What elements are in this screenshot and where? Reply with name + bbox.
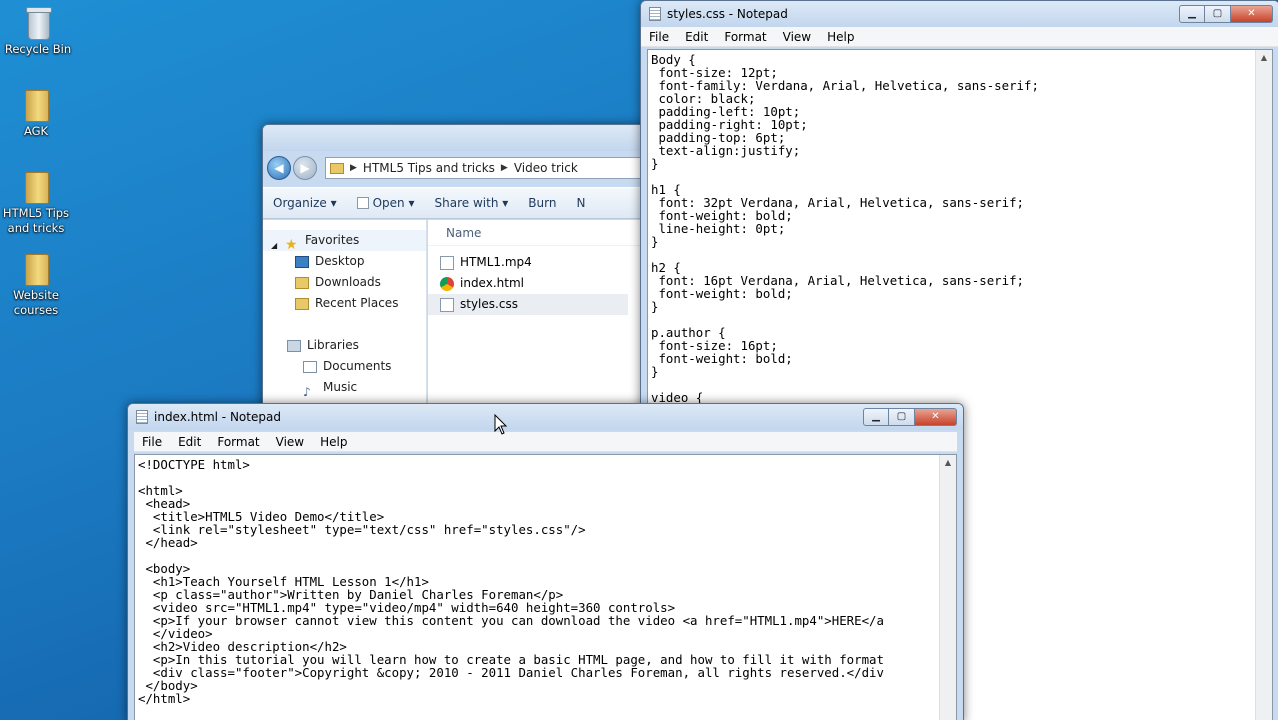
nav-item-documents[interactable]: Documents <box>263 356 426 377</box>
chevron-down-icon: ◢ <box>271 240 278 250</box>
minimize-button[interactable]: ▁ <box>1179 5 1205 23</box>
close-button[interactable]: ✕ <box>915 408 957 426</box>
recent-places-icon <box>295 297 309 310</box>
music-icon: ♪ <box>303 384 311 399</box>
desktop-icon-website-courses[interactable]: Website courses <box>0 252 74 318</box>
desktop-icon-recycle-bin[interactable]: Recycle Bin <box>0 6 76 57</box>
downloads-icon <box>295 276 309 289</box>
documents-icon <box>303 360 317 373</box>
folder-icon <box>21 88 51 122</box>
vertical-scrollbar[interactable]: ▲ <box>1255 50 1272 720</box>
desktop-icon-label: Recycle Bin <box>4 42 72 56</box>
video-file-icon <box>440 255 454 270</box>
explorer-window: ◀ ▶ ▶ HTML5 Tips and tricks ▶ Video tric… <box>262 124 662 424</box>
menu-format[interactable]: Format <box>716 30 774 44</box>
nav-favorites[interactable]: ◢ ★ Favorites <box>263 230 426 253</box>
nav-item-desktop[interactable]: Desktop <box>263 251 426 272</box>
css-notepad-titlebar[interactable]: styles.css - Notepad ▁ ▢ ✕ <box>641 1 1278 27</box>
html-notepad-window: index.html - Notepad ▁ ▢ ✕ File Edit For… <box>127 403 964 720</box>
file-item-html1-mp4[interactable]: HTML1.mp4 <box>428 252 661 273</box>
share-with-button[interactable]: Share with ▾ <box>425 196 519 210</box>
desktop-icon-agk[interactable]: AGK <box>0 88 74 139</box>
window-title: index.html - Notepad <box>154 410 281 424</box>
desktop-icon <box>295 255 309 268</box>
recycle-bin-icon <box>25 6 52 40</box>
menu-edit[interactable]: Edit <box>677 30 716 44</box>
maximize-button[interactable]: ▢ <box>1205 5 1231 23</box>
folder-icon <box>330 162 344 174</box>
nav-libraries[interactable]: Libraries <box>263 335 426 356</box>
menu-edit[interactable]: Edit <box>170 435 209 449</box>
file-list: Name HTML1.mp4 index.html styles.css <box>428 220 661 423</box>
menu-file[interactable]: File <box>134 435 170 449</box>
mouse-pointer-icon <box>494 414 508 435</box>
explorer-titlebar[interactable] <box>263 125 661 151</box>
open-button[interactable]: Open ▾ <box>347 196 425 210</box>
forward-button[interactable]: ▶ <box>293 156 317 180</box>
nav-item-downloads[interactable]: Downloads <box>263 272 426 293</box>
organize-button[interactable]: Organize ▾ <box>263 196 347 210</box>
burn-button[interactable]: Burn <box>518 196 566 210</box>
window-title: styles.css - Notepad <box>667 7 788 21</box>
scroll-up-icon[interactable]: ▲ <box>1256 50 1272 66</box>
menu-file[interactable]: File <box>641 30 677 44</box>
star-icon: ★ <box>285 236 298 253</box>
desktop-icon-label: HTML5 Tips and tricks <box>2 206 70 235</box>
open-icon <box>356 197 369 209</box>
file-item-index-html[interactable]: index.html <box>428 273 661 294</box>
menu-view[interactable]: View <box>775 30 819 44</box>
menu-bar: File Edit Format View Help <box>641 27 1278 47</box>
breadcrumb[interactable]: ▶ HTML5 Tips and tricks ▶ Video trick <box>325 157 661 179</box>
minimize-button[interactable]: ▁ <box>863 408 889 426</box>
file-item-styles-css[interactable]: styles.css <box>428 294 628 315</box>
scroll-up-icon[interactable]: ▲ <box>940 455 956 471</box>
css-file-icon <box>440 297 454 312</box>
nav-item-recent-places[interactable]: Recent Places <box>263 293 426 314</box>
command-bar: Organize ▾ Open ▾ Share with ▾ Burn N <box>263 187 661 219</box>
html-notepad-titlebar[interactable]: index.html - Notepad ▁ ▢ ✕ <box>128 404 963 430</box>
menu-help[interactable]: Help <box>819 30 862 44</box>
library-icon <box>287 339 301 352</box>
nav-item-music[interactable]: ♪ Music <box>263 377 426 399</box>
html-text-area[interactable]: <!DOCTYPE html> <html> <head> <title>HTM… <box>134 454 957 720</box>
chevron-right-icon: ▶ <box>350 163 357 173</box>
vertical-scrollbar[interactable]: ▲ <box>939 455 956 720</box>
chevron-right-icon: ▶ <box>500 163 508 173</box>
back-button[interactable]: ◀ <box>267 156 291 180</box>
html-code: <!DOCTYPE html> <html> <head> <title>HTM… <box>138 457 884 706</box>
new-folder-button[interactable]: N <box>566 196 595 210</box>
chrome-icon <box>440 276 454 291</box>
css-code: Body { font-size: 12pt; font-family: Ver… <box>651 52 1039 405</box>
menu-help[interactable]: Help <box>312 435 355 449</box>
menu-bar: File Edit Format View Help <box>134 432 957 452</box>
close-button[interactable]: ✕ <box>1231 5 1273 23</box>
notepad-icon <box>136 410 148 424</box>
breadcrumb-item[interactable]: HTML5 Tips and tricks <box>363 161 495 175</box>
navigation-pane: ◢ ★ Favorites Desktop Downloads Recent P… <box>263 220 427 423</box>
maximize-button[interactable]: ▢ <box>889 408 915 426</box>
folder-icon <box>21 252 51 286</box>
folder-icon <box>21 170 51 204</box>
desktop-icon-html5-tips[interactable]: HTML5 Tips and tricks <box>0 170 74 236</box>
menu-format[interactable]: Format <box>209 435 267 449</box>
breadcrumb-item[interactable]: Video trick <box>514 161 578 175</box>
address-bar: ◀ ▶ ▶ HTML5 Tips and tricks ▶ Video tric… <box>267 155 661 181</box>
desktop-icon-label: AGK <box>23 124 49 138</box>
notepad-icon <box>649 7 661 21</box>
column-header-name[interactable]: Name <box>428 220 661 246</box>
desktop-icon-label: Website courses <box>13 288 59 317</box>
menu-view[interactable]: View <box>268 435 312 449</box>
